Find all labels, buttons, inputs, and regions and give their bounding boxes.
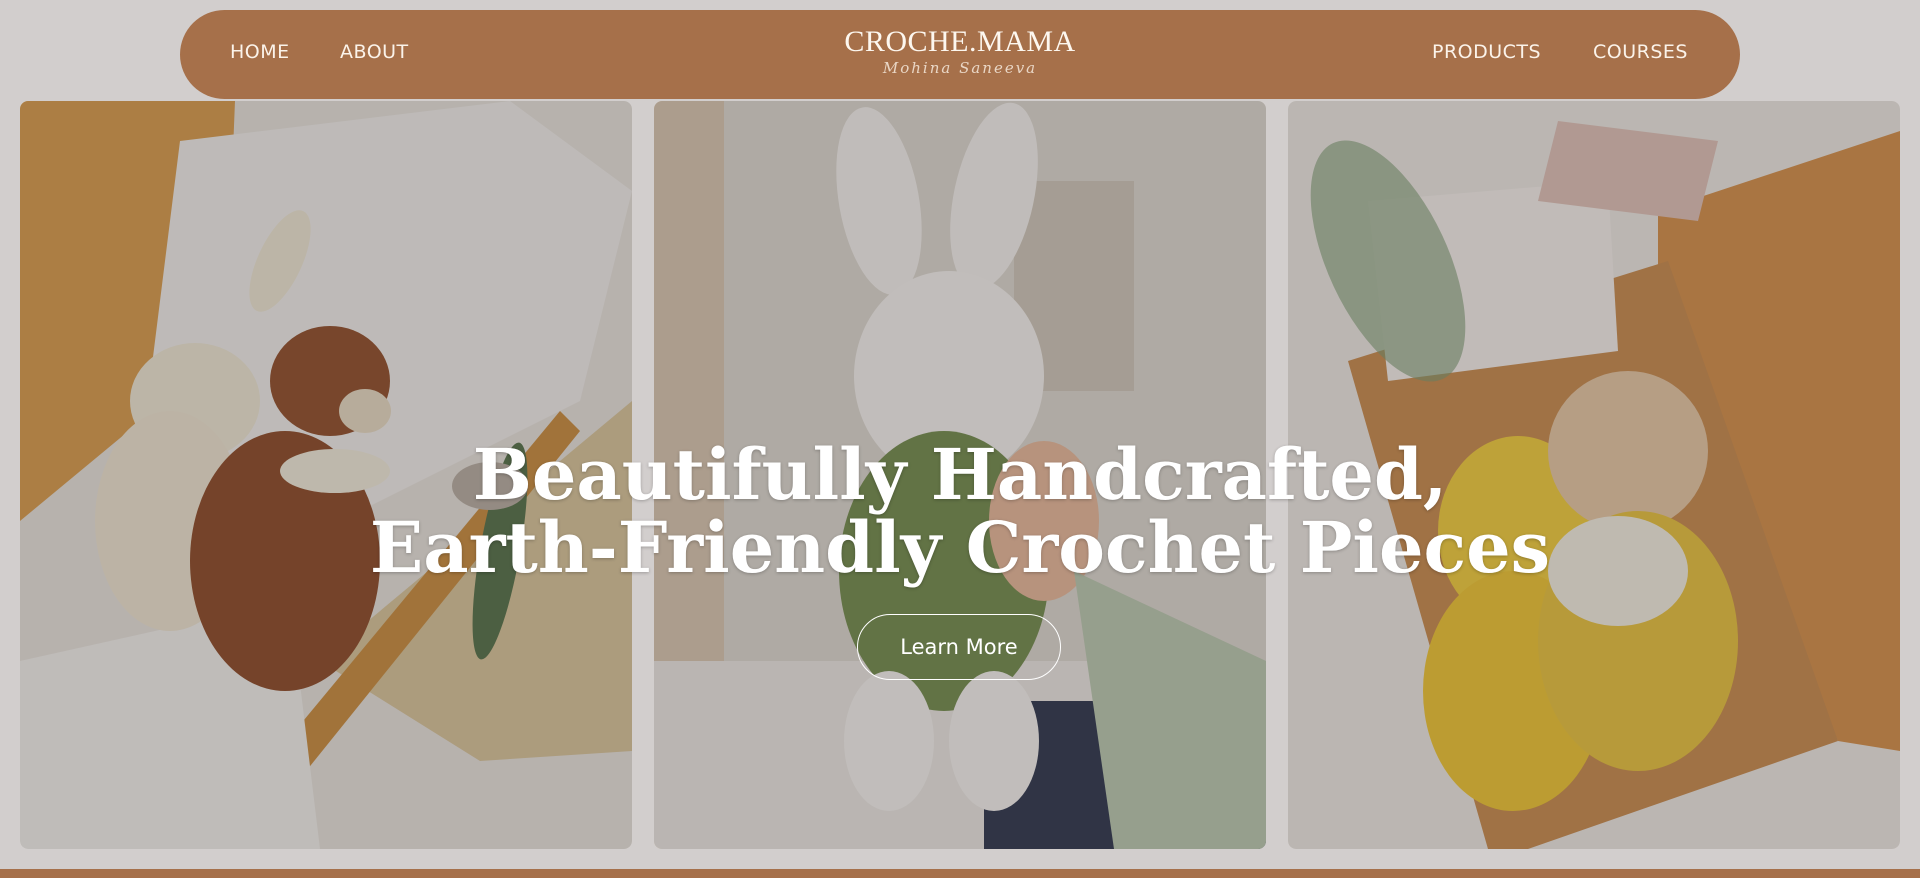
nav-about-link[interactable]: ABOUT (340, 41, 409, 63)
brand-logo[interactable]: CROCHE.MAMA Mohina Saneeva (805, 24, 1115, 76)
hero-headline-line1: Beautifully Handcrafted, (472, 433, 1448, 516)
nav-products-link[interactable]: PRODUCTS (1432, 41, 1541, 63)
hero-headline-line2: Earth-Friendly Crochet Pieces (369, 506, 1551, 589)
brand-script: Mohina Saneeva (882, 59, 1038, 77)
learn-more-button[interactable]: Learn More (857, 614, 1061, 680)
brand-name: CROCHE.MAMA (844, 25, 1076, 58)
nav-home-link[interactable]: HOME (230, 41, 290, 63)
top-navigation: HOME ABOUT CROCHE.MAMA Mohina Saneeva PR… (180, 10, 1740, 99)
bottom-brand-bar (0, 869, 1920, 878)
nav-courses-link[interactable]: COURSES (1593, 41, 1688, 63)
hero-headline: Beautifully Handcrafted, Earth-Friendly … (0, 438, 1920, 584)
